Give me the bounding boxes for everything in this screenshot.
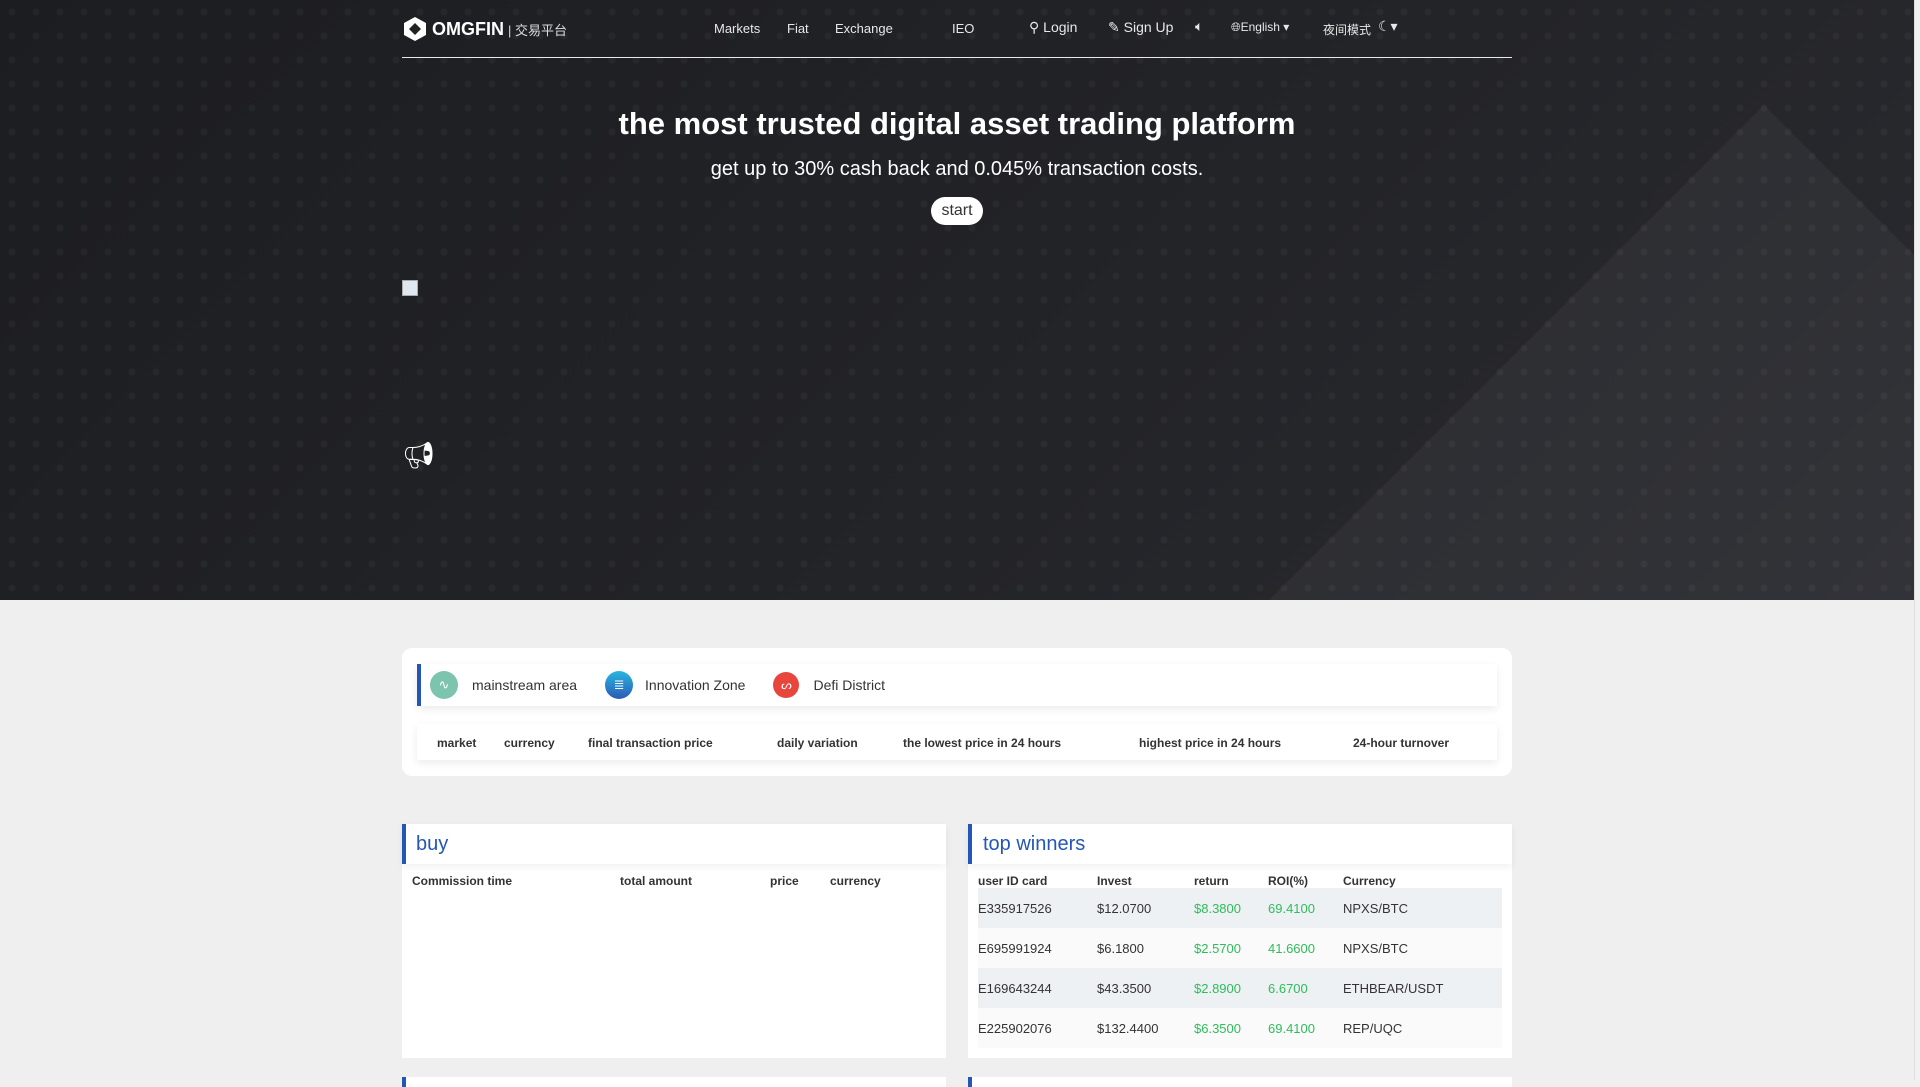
table-cell: 41.6600	[1268, 941, 1315, 956]
scrollbar[interactable]	[1914, 0, 1920, 1080]
start-button[interactable]: start	[931, 197, 983, 225]
table-cell: E335917526	[978, 901, 1052, 916]
column-header[interactable]: highest price in 24 hours	[1139, 736, 1281, 750]
buy-panel: buy Commission time total amount price c…	[402, 824, 946, 1058]
column-header[interactable]: daily variation	[777, 736, 858, 750]
table-cell: 6.6700	[1268, 981, 1308, 996]
nav-exchange[interactable]: Exchange	[835, 21, 893, 36]
market-table-header: market currency final transaction price …	[417, 724, 1497, 760]
megaphone-icon[interactable]: 📢︎	[402, 440, 435, 471]
table-cell: 69.4100	[1268, 901, 1315, 916]
markets-card: ∿ mainstream area ≣ Innovation Zone ᔕ Defi …	[402, 648, 1512, 776]
hero-banner	[0, 0, 1914, 600]
hero-title: the most trusted digital asset trading p…	[618, 106, 1296, 141]
logo[interactable]: OMGFIN | 交易平台	[402, 16, 567, 42]
logo-icon	[404, 17, 426, 41]
column-header: Invest	[1097, 874, 1132, 888]
logo-subtitle: | 交易平台	[508, 22, 567, 38]
table-cell: E225902076	[978, 1021, 1052, 1036]
column-header[interactable]: the lowest price in 24 hours	[903, 736, 1061, 750]
broken-image-icon	[402, 280, 418, 296]
table-cell: $12.0700	[1097, 901, 1152, 916]
column-header: Currency	[1343, 874, 1396, 888]
globe-icon: 🌐︎	[1231, 20, 1241, 34]
column-header[interactable]: final transaction price	[588, 736, 713, 750]
table-cell: 69.4100	[1268, 1021, 1315, 1036]
nav-fiat[interactable]: Fiat	[787, 21, 809, 36]
table-cell: $2.8900	[1194, 981, 1241, 996]
panel-title: buy	[416, 833, 449, 855]
sound-icon[interactable]: 🔈︎	[1195, 18, 1203, 35]
table-cell: E695991924	[978, 941, 1052, 956]
column-header: user ID card	[978, 874, 1048, 888]
signup-label: Sign Up	[1123, 19, 1174, 35]
night-mode-label[interactable]: 夜间模式	[1323, 21, 1371, 38]
column-header: price	[770, 874, 799, 888]
language-label: English	[1240, 20, 1280, 34]
database-icon: ≣	[605, 671, 634, 699]
tab-mainstream-area[interactable]: ∿ mainstream area	[430, 671, 577, 699]
language-select[interactable]: 🌐︎English ▾	[1231, 20, 1289, 35]
nav-markets[interactable]: Markets	[714, 21, 760, 36]
column-header[interactable]: 24-hour turnover	[1353, 736, 1449, 750]
table-cell: REP/UQC	[1343, 1021, 1403, 1036]
column-header: ROI(%)	[1268, 874, 1308, 888]
column-header[interactable]: currency	[504, 736, 555, 750]
login-link[interactable]: ⚲ Login	[1029, 19, 1077, 36]
tab-label: Innovation Zone	[645, 677, 746, 693]
nav-ieo[interactable]: IEO	[952, 21, 974, 36]
tab-label: Defi District	[813, 677, 886, 693]
edit-icon: ✎	[1108, 19, 1120, 35]
tab-label: mainstream area	[472, 677, 578, 693]
hero-subtitle: get up to 30% cash back and 0.045% trans…	[710, 158, 1204, 180]
column-header: Commission time	[412, 874, 513, 888]
table-cell: E169643244	[978, 981, 1052, 996]
column-header: currency	[830, 874, 881, 888]
table-cell: $6.3500	[1194, 1021, 1241, 1036]
table-cell: NPXS/BTC	[1343, 901, 1409, 916]
table-cell: $2.5700	[1194, 941, 1241, 956]
table-cell: NPXS/BTC	[1343, 941, 1409, 956]
defi-icon: ᔕ	[773, 672, 800, 698]
market-tabs: ∿ mainstream area ≣ Innovation Zone ᔕ Defi …	[417, 664, 1497, 706]
table-cell: $43.3500	[1097, 981, 1152, 996]
column-header: total amount	[620, 874, 692, 888]
next-panel-left	[402, 1077, 946, 1087]
next-panel-right	[968, 1077, 1512, 1087]
login-label: Login	[1043, 19, 1078, 35]
table-row: E169643244 $43.3500 $2.8900 6.6700 ETHBEAR/U…	[978, 968, 1502, 1008]
table-cell: ETHBEAR/USDT	[1343, 981, 1444, 996]
table-row: E335917526 $12.0700 $8.3800 69.4100 NPXS/BTC	[978, 888, 1502, 928]
table-cell: $6.1800	[1097, 941, 1144, 956]
table-cell: $132.4400	[1097, 1021, 1159, 1036]
panel-title: top winners	[983, 833, 1086, 855]
table-row: E695991924 $6.1800 $2.5700 41.6600 NPXS/BTC	[978, 928, 1502, 968]
logo-text: OMGFIN	[432, 18, 504, 39]
tab-innovation-zone[interactable]: ≣ Innovation Zone	[605, 671, 745, 699]
tab-defi-district[interactable]: ᔕ Defi District	[773, 672, 885, 698]
column-header[interactable]: market	[437, 736, 476, 750]
table-row: E225902076 $132.4400 $6.3500 69.4100 REP/UQC	[978, 1008, 1502, 1048]
table-cell: $8.3800	[1194, 901, 1241, 916]
moon-icon[interactable]: ☾▾	[1378, 18, 1398, 35]
header-divider	[402, 57, 1512, 58]
winners-table: user ID card Invest return ROI(%) Curren…	[978, 874, 1502, 1048]
column-header: return	[1194, 874, 1229, 888]
pulse-icon: ∿	[430, 671, 458, 699]
user-icon: ⚲	[1029, 19, 1040, 35]
top-winners-panel: top winners user ID card Invest return R…	[968, 824, 1512, 1058]
signup-link[interactable]: ✎ Sign Up	[1108, 19, 1173, 36]
